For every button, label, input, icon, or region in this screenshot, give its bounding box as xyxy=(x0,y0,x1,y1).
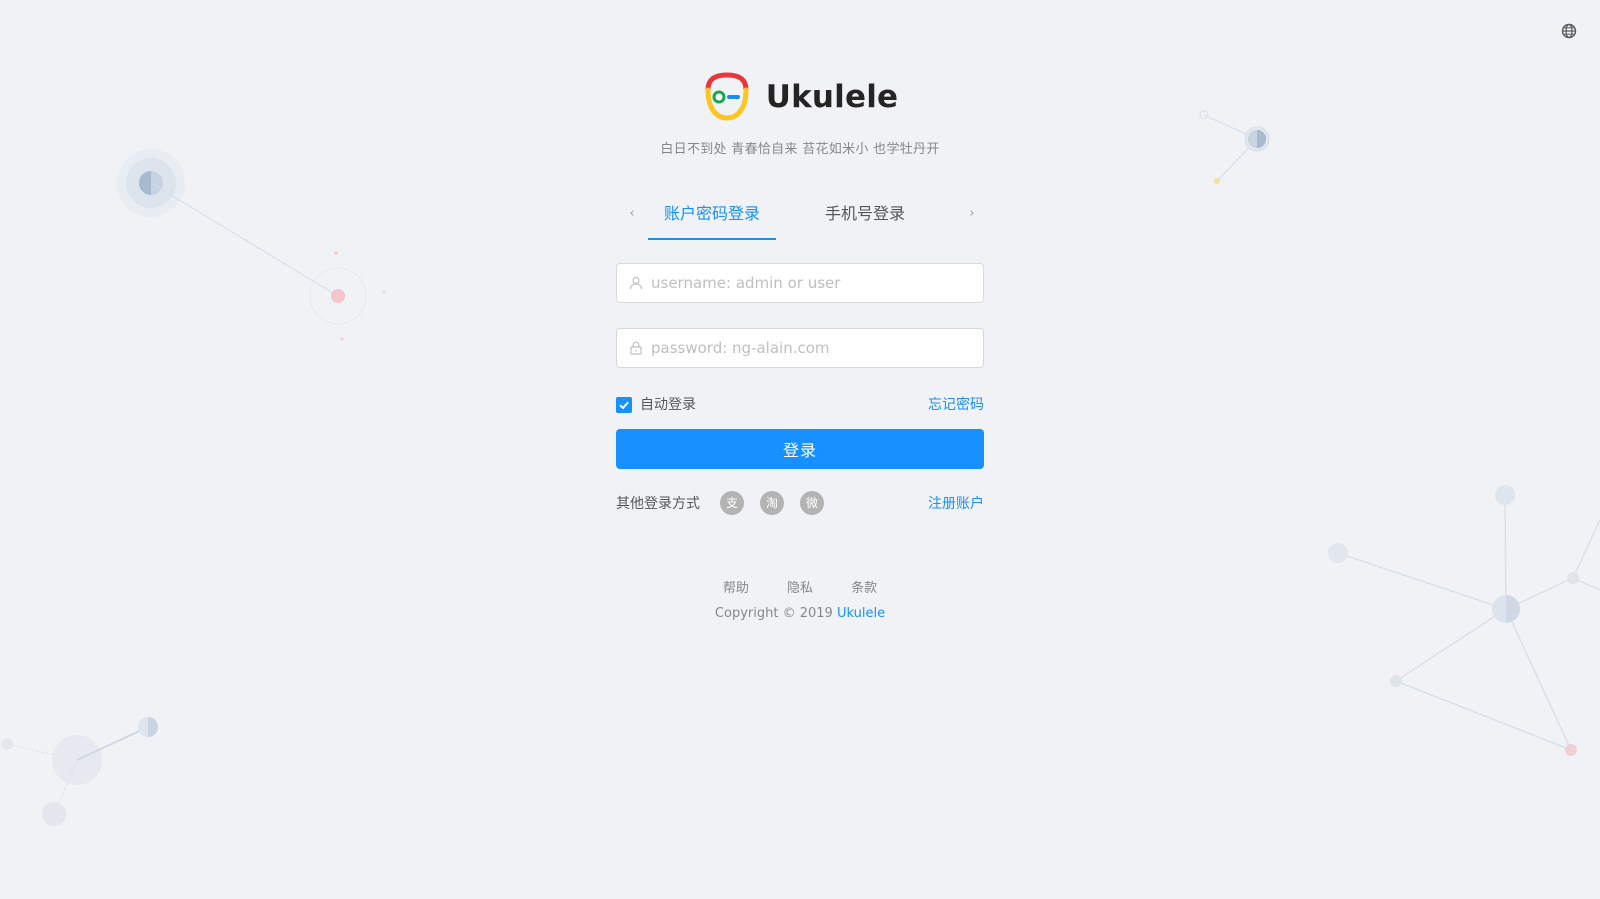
copyright-brand-link[interactable]: Ukulele xyxy=(837,606,885,621)
active-tab-indicator xyxy=(648,238,776,240)
footer-links: 帮助 隐私 条款 xyxy=(0,577,1600,596)
taobao-icon[interactable]: 淘 xyxy=(760,491,784,515)
footer-link-help[interactable]: 帮助 xyxy=(723,577,749,596)
user-icon xyxy=(629,276,643,290)
other-login-row: 其他登录方式 支 淘 微 注册账户 xyxy=(616,491,984,515)
brand: Ukulele xyxy=(702,72,899,122)
copyright-prefix: Copyright xyxy=(714,606,779,621)
footer: 帮助 隐私 条款 Copyright © 2019 Ukulele xyxy=(0,577,1600,621)
copyright: Copyright © 2019 Ukulele xyxy=(0,606,1600,621)
password-input[interactable] xyxy=(651,339,951,357)
login-header: Ukulele 白日不到处 青春恰自来 苔花如米小 也学牡丹开 xyxy=(0,72,1600,157)
login-form: ‹ 账户密码登录 手机号登录 › 自动登录 忘记密码 登录 其他登录方式 支 淘 xyxy=(616,196,984,515)
tab-mobile[interactable]: 手机号登录 xyxy=(809,200,921,228)
register-link[interactable]: 注册账户 xyxy=(928,493,984,513)
remember-checkbox[interactable] xyxy=(616,397,632,413)
copyright-symbol: © xyxy=(782,606,796,621)
footer-link-privacy[interactable]: 隐私 xyxy=(787,577,813,596)
password-field[interactable] xyxy=(616,328,984,368)
copyright-year: 2019 xyxy=(799,606,833,621)
login-tabs: ‹ 账户密码登录 手机号登录 › xyxy=(616,196,984,241)
other-login-label: 其他登录方式 xyxy=(616,496,700,512)
login-options-row: 自动登录 忘记密码 xyxy=(616,395,984,415)
lock-icon xyxy=(630,341,642,355)
weibo-icon[interactable]: 微 xyxy=(800,491,824,515)
login-button[interactable]: 登录 xyxy=(616,429,984,469)
app-logo xyxy=(705,72,749,121)
forgot-password-link[interactable]: 忘记密码 xyxy=(928,395,984,415)
tab-account-password[interactable]: 账户密码登录 xyxy=(648,200,776,228)
username-input[interactable] xyxy=(651,274,951,292)
username-field[interactable] xyxy=(616,263,984,303)
footer-link-terms[interactable]: 条款 xyxy=(851,577,877,596)
chevron-left-icon[interactable]: ‹ xyxy=(622,204,642,224)
tagline: 白日不到处 青春恰自来 苔花如米小 也学牡丹开 xyxy=(660,142,940,157)
chevron-right-icon[interactable]: › xyxy=(962,204,982,224)
globe-icon[interactable] xyxy=(1560,22,1578,40)
app-title: Ukulele xyxy=(765,79,899,115)
remember-label[interactable]: 自动登录 xyxy=(640,395,696,415)
alipay-icon[interactable]: 支 xyxy=(720,491,744,515)
